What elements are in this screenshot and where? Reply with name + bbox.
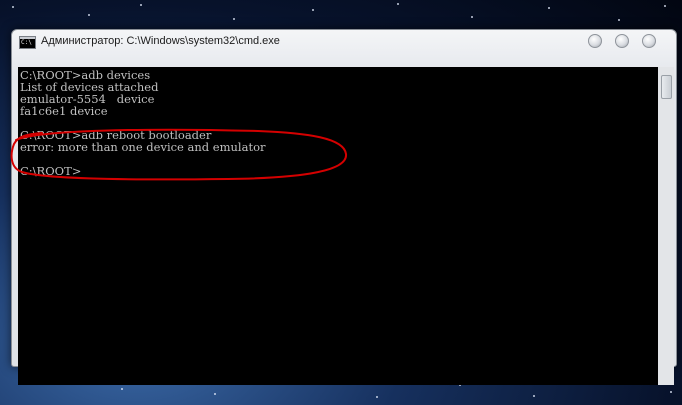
star (471, 16, 473, 18)
star (312, 9, 314, 11)
star (533, 395, 535, 397)
window-title: Администратор: C:\Windows\system32\cmd.e… (41, 35, 280, 47)
console-line: error: more than one device and emulator (20, 140, 266, 154)
console-line: fa1c6e1 device (20, 104, 108, 118)
title-bar[interactable]: C:\ Администратор: C:\Windows\system32\c… (12, 30, 676, 54)
close-button[interactable] (642, 34, 656, 48)
console-output[interactable]: C:\ROOT>adb devices List of devices atta… (18, 67, 659, 385)
star (670, 391, 672, 393)
cmd-window[interactable]: C:\ Администратор: C:\Windows\system32\c… (11, 29, 677, 385)
cmd-icon[interactable]: C:\ (19, 36, 36, 49)
star (664, 5, 666, 7)
maximize-button[interactable] (615, 34, 629, 48)
console-text: C:\ROOT>adb devices List of devices atta… (20, 69, 266, 177)
star (12, 6, 14, 8)
star (214, 393, 216, 395)
star (376, 396, 378, 398)
star (88, 14, 90, 16)
console-line: C:\ROOT> (20, 164, 82, 178)
star (121, 388, 123, 390)
star (548, 7, 550, 9)
star (618, 19, 620, 21)
scroll-thumb[interactable] (661, 75, 672, 99)
vertical-scrollbar[interactable]: ▲ (658, 67, 674, 385)
minimize-button[interactable] (588, 34, 602, 48)
star (140, 4, 142, 6)
star (233, 18, 235, 20)
star (397, 3, 399, 5)
